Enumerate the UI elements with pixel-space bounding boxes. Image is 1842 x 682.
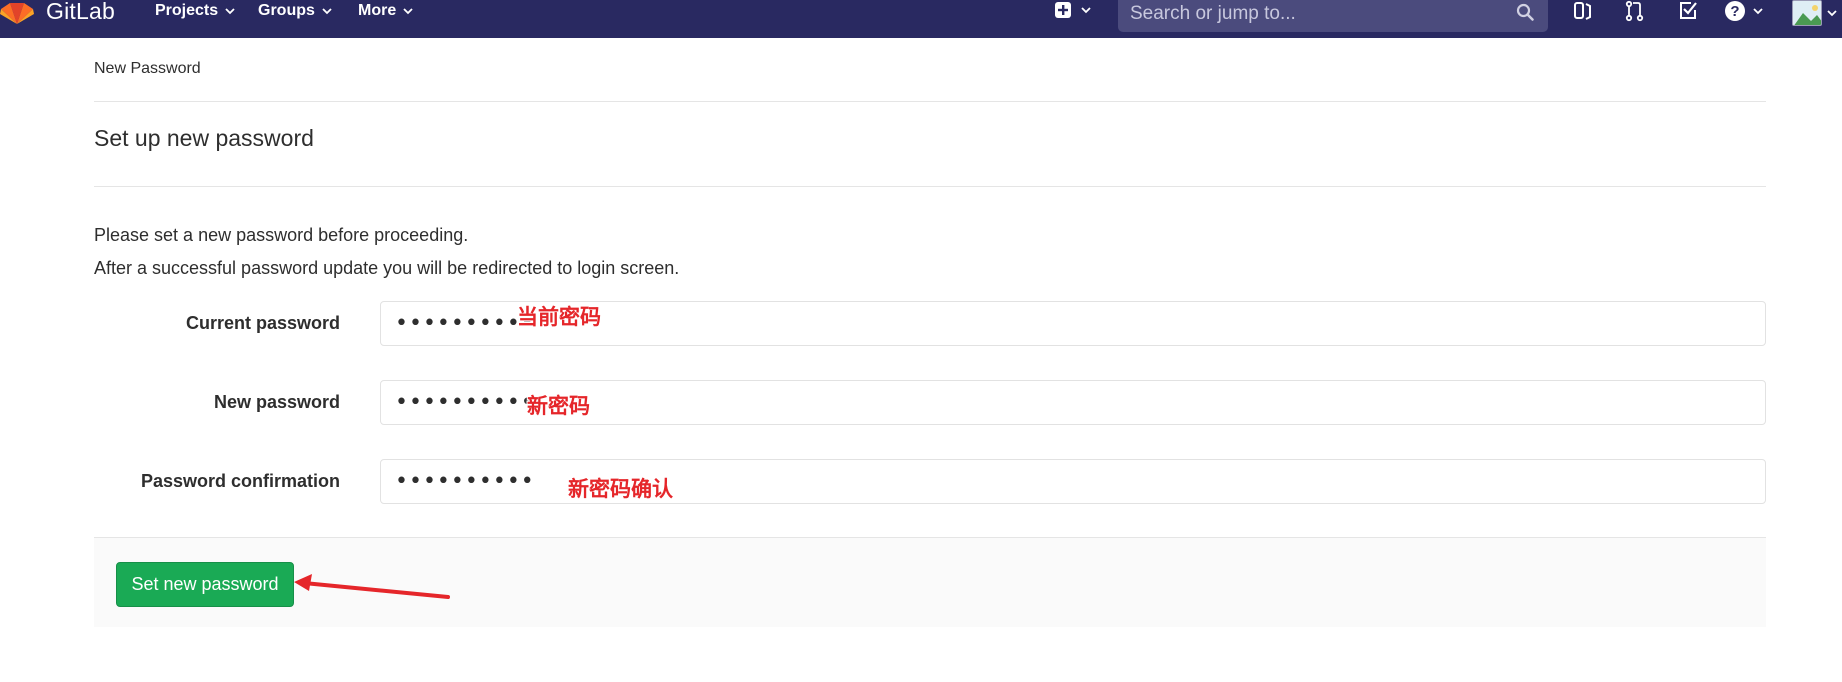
divider	[94, 186, 1766, 187]
nav-menu-projects-label: Projects	[155, 2, 219, 19]
password-confirmation-label: Password confirmation	[140, 471, 340, 491]
avatar	[1792, 0, 1822, 26]
current-password-annotation: 当前密码	[517, 305, 601, 329]
nav-menu-groups-label: Groups	[258, 2, 315, 19]
user-menu-button[interactable]	[1792, 0, 1838, 26]
info-text-line-2: After a successful password update you w…	[94, 258, 680, 278]
new-password-annotation: 新密码	[527, 394, 590, 418]
search-input[interactable]	[1130, 0, 1510, 28]
gitlab-logo-icon[interactable]	[0, 0, 34, 25]
chevron-down-icon	[225, 8, 235, 15]
search-icon[interactable]	[1516, 3, 1534, 21]
chevron-down-icon	[403, 8, 413, 15]
help-icon: ?	[1725, 1, 1745, 21]
info-text-line-1: Please set a new password before proceed…	[94, 225, 469, 245]
password-confirmation-annotation: 新密码确认	[568, 477, 673, 501]
nav-menu-more-label: More	[358, 2, 397, 19]
current-password-label: Current password	[185, 313, 340, 333]
help-dropdown-button[interactable]: ?	[1724, 0, 1764, 22]
chevron-down-icon	[322, 8, 332, 15]
new-password-label: New password	[213, 392, 340, 412]
chevron-down-icon	[1827, 10, 1837, 17]
set-new-password-button[interactable]: Set new password	[116, 562, 294, 607]
new-dropdown-button[interactable]	[1054, 1, 1092, 19]
breadcrumb[interactable]: New Password	[94, 60, 201, 78]
merge-request-icon[interactable]	[1624, 0, 1646, 22]
top-navbar: GitLab Projects Groups More Search or ju…	[0, 0, 1842, 38]
chevron-down-icon	[1081, 7, 1091, 14]
search-box	[1118, 0, 1548, 32]
brand-name[interactable]: GitLab	[46, 0, 115, 25]
avatar-image-icon	[1793, 1, 1821, 25]
issues-icon[interactable]	[1572, 0, 1594, 22]
page-title: Set up new password	[94, 125, 314, 151]
chevron-down-icon	[1753, 8, 1763, 15]
svg-text:?: ?	[1730, 3, 1739, 20]
todo-icon[interactable]	[1677, 0, 1699, 22]
nav-menu-more[interactable]: More	[358, 0, 414, 22]
nav-menu-projects[interactable]: Projects	[155, 0, 236, 22]
divider	[94, 101, 1766, 102]
nav-menu-groups[interactable]: Groups	[258, 0, 333, 22]
annotation-arrow-icon	[294, 574, 450, 599]
plus-square-icon	[1055, 2, 1071, 18]
